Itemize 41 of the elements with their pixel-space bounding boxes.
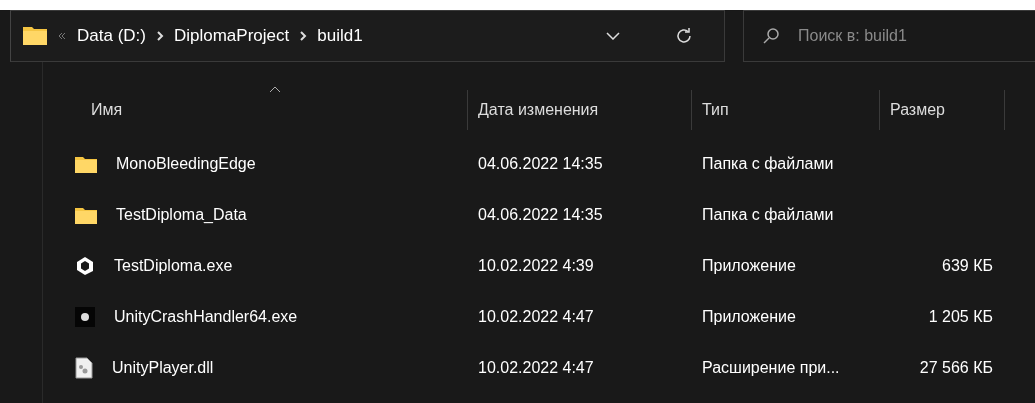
file-size: 1 205 КБ [927,307,994,326]
file-type: Приложение [701,307,797,326]
address-bar[interactable]: Data (D:) DiplomaProject build1 [10,10,725,62]
cube-logo-icon [75,255,95,276]
breadcrumb[interactable]: Data (D:) [77,26,146,46]
file-name[interactable]: MonoBleedingEdge [106,154,256,173]
refresh-icon[interactable] [674,26,694,46]
column-header[interactable]: Дата изменения [478,101,599,119]
file-type: Папка с файлами [701,154,835,173]
breadcrumb[interactable]: build1 [317,26,363,46]
column-header[interactable]: Тип [702,101,729,119]
gear-file-icon [75,356,93,379]
file-type: Папка с файлами [701,205,835,224]
search-input[interactable]: Поиск в: build1 [796,26,1000,46]
date-modified: 10.02.2022 4:39 [477,256,595,275]
folder-icon [75,205,97,224]
breadcrumb[interactable]: DiplomaProject [173,26,290,46]
file-name[interactable]: TestDiploma.exe [104,256,233,275]
column-header[interactable]: Имя [91,101,123,119]
app-icon [75,306,95,327]
chevrons-icon[interactable] [57,31,67,41]
column-header[interactable]: Размер [890,101,945,119]
file-name[interactable]: UnityPlayer.dll [102,358,214,377]
search-box[interactable]: Поиск в: build1 [743,10,1035,62]
file-size: 639 КБ [941,256,994,275]
chevron-down-icon[interactable] [606,32,620,40]
file-type: Расширение при... [701,358,841,377]
date-modified: 04.06.2022 14:35 [477,154,604,173]
search-icon [762,27,780,45]
file-name[interactable]: UnityCrashHandler64.exe [104,307,298,326]
chevron-right-icon[interactable] [299,30,308,42]
date-modified: 10.02.2022 4:47 [477,307,595,326]
date-modified: 04.06.2022 14:35 [477,205,604,224]
sort-caret-icon[interactable] [269,86,281,93]
file-name[interactable]: TestDiploma_Data [106,205,247,224]
file-size: 27 566 КБ [918,358,994,377]
folder-icon [75,154,97,173]
file-type: Приложение [701,256,797,275]
chevron-right-icon[interactable] [155,30,164,42]
date-modified: 10.02.2022 4:47 [477,358,595,377]
folder-icon [23,27,47,45]
